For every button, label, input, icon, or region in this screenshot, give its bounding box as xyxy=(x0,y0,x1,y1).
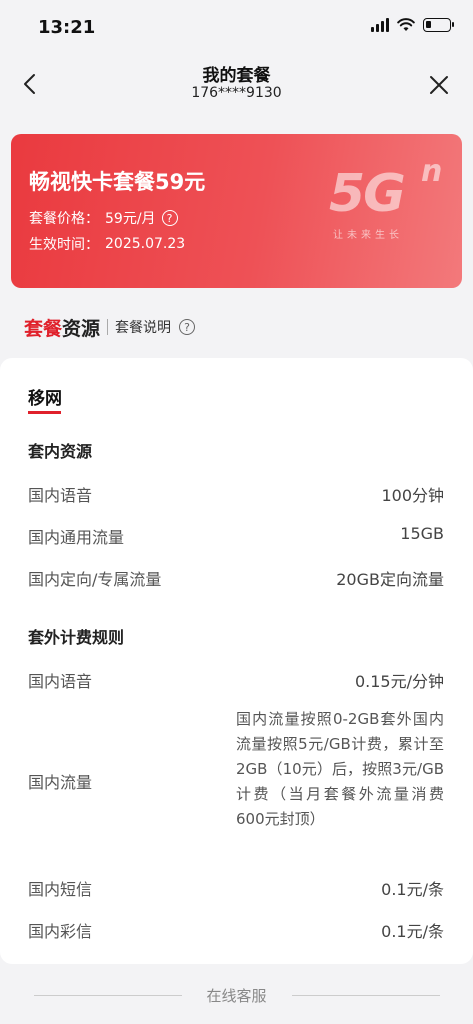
description-help-icon[interactable]: ? xyxy=(179,319,196,335)
row-value: 100分钟 xyxy=(381,486,444,505)
phone-number: 176****9130 xyxy=(191,85,282,101)
carrier-tab[interactable]: 移网 xyxy=(28,384,62,409)
plan-effective-line: 生效时间： 2025.07.23 xyxy=(29,234,185,254)
plan-price-label: 套餐价格： xyxy=(29,211,99,227)
wifi-icon xyxy=(397,18,415,31)
row-label: 国内彩信 xyxy=(28,922,93,941)
plan-price-line: 套餐价格： 59元/月 ? xyxy=(29,208,178,228)
status-icons xyxy=(371,18,454,32)
5g-logo-main: 5G xyxy=(329,164,406,224)
plan-effective-label: 生效时间： xyxy=(29,237,99,253)
carrier-tab-underline xyxy=(28,411,61,414)
included-resources-title: 套内资源 xyxy=(28,442,93,461)
section-tabs: 套餐资源 套餐说明 ? xyxy=(24,312,196,342)
row-value: 20GB定向流量 xyxy=(336,570,444,589)
status-bar: 13:21 xyxy=(0,0,473,52)
row-label: 国内语音 xyxy=(28,486,93,505)
resource-panel: 移网 套内资源 国内语音 100分钟 国内通用流量 15GB 国内定向/专属流量… xyxy=(0,358,473,964)
status-time: 13:21 xyxy=(38,17,96,38)
row-value: 15GB xyxy=(400,524,444,543)
5g-logo-sup: n xyxy=(421,154,443,189)
footer: 在线客服 xyxy=(0,982,473,1008)
row-label: 国内流量 xyxy=(28,773,93,792)
plan-card: 畅视快卡套餐59元 套餐价格： 59元/月 ? 生效时间： 2025.07.23… xyxy=(11,134,462,288)
row-label: 国内语音 xyxy=(28,672,93,691)
tab-plan-resources-accent: 套餐 xyxy=(24,317,63,340)
tab-plan-resources-rest: 资源 xyxy=(62,317,101,340)
row-value: 0.15元/分钟 xyxy=(354,672,444,691)
nav-header: 我的套餐 176****9130 xyxy=(0,55,473,115)
row-value: 0.1元/条 xyxy=(381,880,444,899)
tab-divider xyxy=(107,319,109,335)
battery-icon xyxy=(423,18,454,32)
close-icon[interactable] xyxy=(427,73,451,97)
plan-price-value: 59元/月 xyxy=(105,211,156,227)
plan-effective-value: 2025.07.23 xyxy=(105,236,186,252)
footer-divider-right xyxy=(292,995,440,996)
row-value: 0.1元/条 xyxy=(381,922,444,941)
tab-plan-description-label: 套餐说明 xyxy=(115,320,172,336)
extra-billing-title: 套外计费规则 xyxy=(28,628,125,647)
row-label: 国内定向/专属流量 xyxy=(28,570,162,589)
row-label: 国内短信 xyxy=(28,880,93,899)
price-help-icon[interactable]: ? xyxy=(161,210,178,226)
row-label: 国内通用流量 xyxy=(28,528,125,547)
row-value: 国内流量按照0-2GB套外国内流量按照5元/GB计费，累计至2GB（10元）后，… xyxy=(236,710,444,828)
tab-plan-description[interactable]: 套餐说明 ? xyxy=(115,317,196,337)
5g-logo: 5G n 让未来生长 xyxy=(311,154,451,244)
plan-name: 畅视快卡套餐59元 xyxy=(29,170,206,194)
tab-plan-resources[interactable]: 套餐资源 xyxy=(24,314,100,341)
signal-icon xyxy=(371,18,389,32)
page-title: 我的套餐 xyxy=(202,66,271,86)
5g-logo-tagline: 让未来生长 xyxy=(333,230,403,241)
